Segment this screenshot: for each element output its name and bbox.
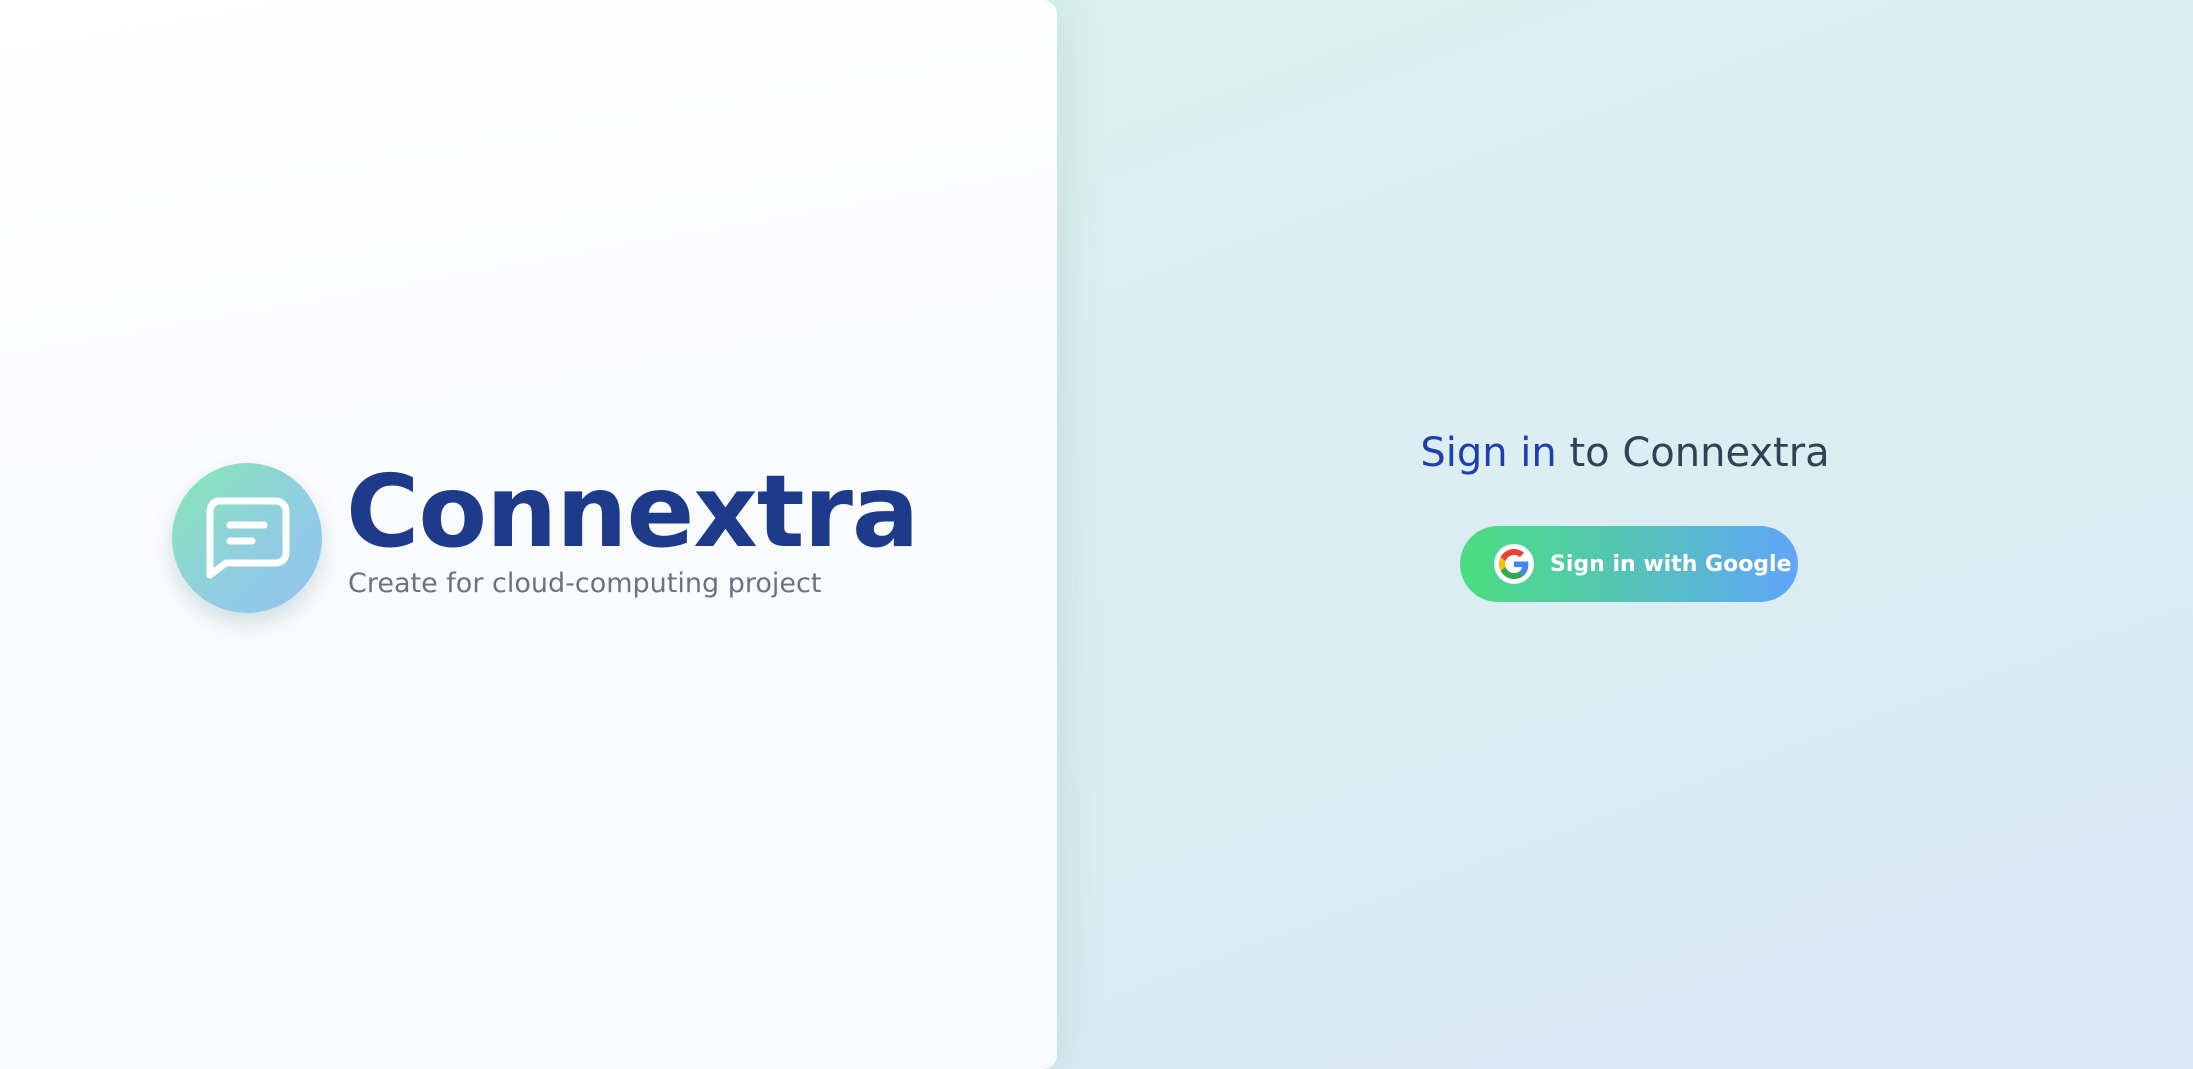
brand-tagline: Create for cloud-computing project: [348, 567, 822, 599]
brand-lockup: Connextra Create for cloud-computing pro…: [172, 461, 919, 613]
brand-name: Connextra: [346, 452, 919, 570]
signin-title-rest: to Connextra: [1556, 430, 1830, 476]
chat-message-icon: [206, 497, 290, 579]
signin-title-accent: Sign in: [1420, 430, 1557, 476]
brand-text: Connextra Create for cloud-computing pro…: [346, 461, 919, 599]
google-signin-label: Sign in with Google: [1550, 551, 1792, 577]
brand-panel: Connextra Create for cloud-computing pro…: [0, 0, 1057, 1069]
signin-panel: Sign in to Connextra Sign in with Google: [1057, 0, 2193, 1069]
google-signin-button[interactable]: Sign in with Google: [1460, 526, 1798, 602]
logo: [172, 463, 322, 613]
signin-title: Sign in to Connextra: [1057, 430, 2193, 476]
google-g-icon: [1494, 544, 1534, 584]
